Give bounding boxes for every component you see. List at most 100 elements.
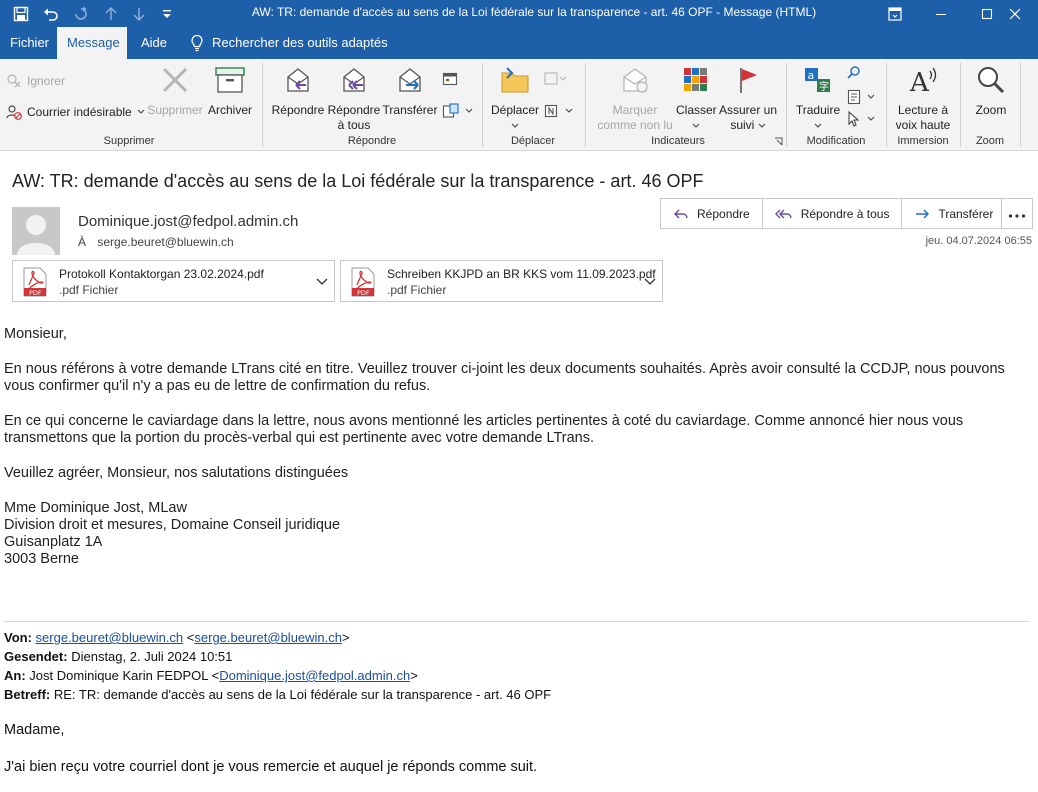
body-greeting: Monsieur, [4,326,67,342]
arrow-down-icon [124,0,154,27]
mark-unread-icon [590,65,680,99]
signature-line: Mme Dominique Jost, MLaw [4,500,187,516]
search-tools-label: Rechercher des outils adaptés [212,35,388,50]
select-button[interactable] [846,111,875,127]
attachment[interactable]: PDF Schreiben KKJPD an BR KKS vom 11.09.… [340,260,663,302]
chevron-down-icon [867,116,875,122]
chevron-down-icon[interactable] [644,273,656,291]
group-label-respond: Répondre [347,135,397,147]
group-label-delete: Supprimer [103,135,155,147]
chevron-down-icon [758,123,766,129]
attachment-name: Protokoll Kontaktorgan 23.02.2024.pdf [59,267,264,281]
dialog-launcher-icon[interactable] [774,137,783,146]
chevron-down-icon [137,109,145,115]
chevron-down-icon [814,123,822,129]
forwarded-header: Von: serge.beuret@bluewin.ch <serge.beur… [4,628,551,704]
pdf-icon: PDF [21,267,49,302]
undo-icon[interactable] [36,0,66,27]
forwarded-from-link[interactable]: serge.beuret@bluewin.ch [36,630,184,645]
group-separator [786,63,787,147]
translate-button[interactable]: a字 Traduire [792,65,844,133]
reply-button[interactable]: Répondre [661,199,763,228]
cursor-icon [846,111,862,127]
svg-text:PDF: PDF [357,289,370,297]
chevron-down-icon [867,94,875,100]
group-separator [482,63,483,147]
window-title: AW: TR: demande d'accès au sens de la Lo… [251,5,817,19]
redo-icon [66,0,96,27]
recipient-line: À serge.beuret@bluewin.ch [78,235,234,249]
lightbulb-icon [190,34,204,52]
follow-up-button[interactable]: Assurer un suivi [716,65,780,133]
ribbon: Ignorer Courrier indésirable Supprimer A… [0,59,1038,151]
body-paragraph: En ce qui concerne le caviardage dans la… [4,413,964,446]
forwarded-from-link[interactable]: serge.beuret@bluewin.ch [194,630,342,645]
archive-button[interactable]: Archiver [204,65,256,118]
more-respond-icon [442,103,460,119]
signature-line: Division droit et mesures, Domaine Conse… [4,517,341,533]
group-separator [1020,63,1021,147]
message-subject: AW: TR: demande d'accès au sens de la Lo… [12,171,704,191]
reply-all-button[interactable]: Répondre à tous [763,199,903,228]
received-date: jeu. 04.07.2024 06:55 [925,235,1032,247]
forwarded-paragraph: J'ai bien reçu votre courriel dont je vo… [4,759,538,775]
related-button[interactable] [846,89,875,105]
chevron-down-icon [692,123,700,129]
move-folder-icon [488,65,542,99]
sender-email[interactable]: Dominique.jost@fedpol.admin.ch [78,213,298,230]
chevron-down-icon [465,108,473,114]
forward-arrow-icon [914,207,930,221]
group-separator [886,63,887,147]
tab-help[interactable]: Aide [131,27,177,59]
classify-button[interactable]: Classer [676,65,717,133]
attachment-name: Schreiben KKJPD an BR KKS vom 11.09.2023… [387,267,656,281]
onenote-button[interactable] [544,103,573,119]
tab-message[interactable]: Message [57,27,127,59]
group-label-edit: Modification [806,135,866,147]
forwarded-sent: Gesendet: Dienstag, 2. Juli 2024 10:51 [4,649,233,664]
signature-line: Guisanplatz 1A [4,534,103,550]
reply-icon [270,65,326,99]
group-label-tags: Indicateurs [651,135,705,147]
ribbon-display-icon[interactable] [872,0,918,27]
minimize-icon[interactable] [918,0,964,27]
tab-file[interactable]: Fichier [0,27,59,59]
junk-button[interactable]: Courrier indésirable [6,104,145,120]
recipient-email[interactable]: serge.beuret@bluewin.ch [97,235,233,249]
meeting-reply-icon[interactable] [442,71,458,87]
save-icon[interactable] [6,0,36,27]
more-respond-button[interactable] [442,103,473,119]
group-separator [585,63,586,147]
forward-icon [382,65,438,99]
close-icon[interactable] [992,0,1038,27]
search-tools[interactable]: Rechercher des outils adaptés [190,27,388,59]
group-label-zoom: Zoom [975,135,1005,147]
chevron-down-icon [565,108,573,114]
rules-icon [544,71,568,87]
signature: Mme Dominique Jost, MLaw Division droit … [4,500,1034,568]
forward-button[interactable]: Transférer [902,199,1005,228]
forwarded-to-link[interactable]: Dominique.jost@fedpol.admin.ch [219,668,410,683]
group-separator [960,63,961,147]
ribbon-reply-all-button[interactable]: Répondre à tous [326,65,382,133]
arrow-up-icon [96,0,126,27]
delete-icon [146,65,204,99]
archive-icon [204,65,256,99]
zoom-button[interactable]: Zoom [966,65,1016,118]
customize-toolbar-icon[interactable] [152,0,182,27]
forwarded-from: Von: serge.beuret@bluewin.ch <serge.beur… [4,630,350,645]
message-actions: Répondre Répondre à tous Transférer [660,198,1007,229]
chevron-down-icon[interactable] [316,273,328,291]
move-button[interactable]: Déplacer [488,65,542,133]
chevron-down-icon [511,123,519,129]
find-icon[interactable] [846,65,862,81]
read-aloud-button[interactable]: A Lecture à voix haute [890,65,956,133]
zoom-icon [966,65,1016,99]
ribbon-reply-button[interactable]: Répondre [270,65,326,118]
ribbon-forward-button[interactable]: Transférer [382,65,438,118]
flag-icon [716,65,780,99]
ribbon-tabs: Fichier Message Aide Rechercher des outi… [0,27,1038,59]
title-bar: AW: TR: demande d'accès au sens de la Lo… [0,0,1038,27]
more-actions-button[interactable] [1001,198,1033,229]
attachment[interactable]: PDF Protokoll Kontaktorgan 23.02.2024.pd… [12,260,335,302]
